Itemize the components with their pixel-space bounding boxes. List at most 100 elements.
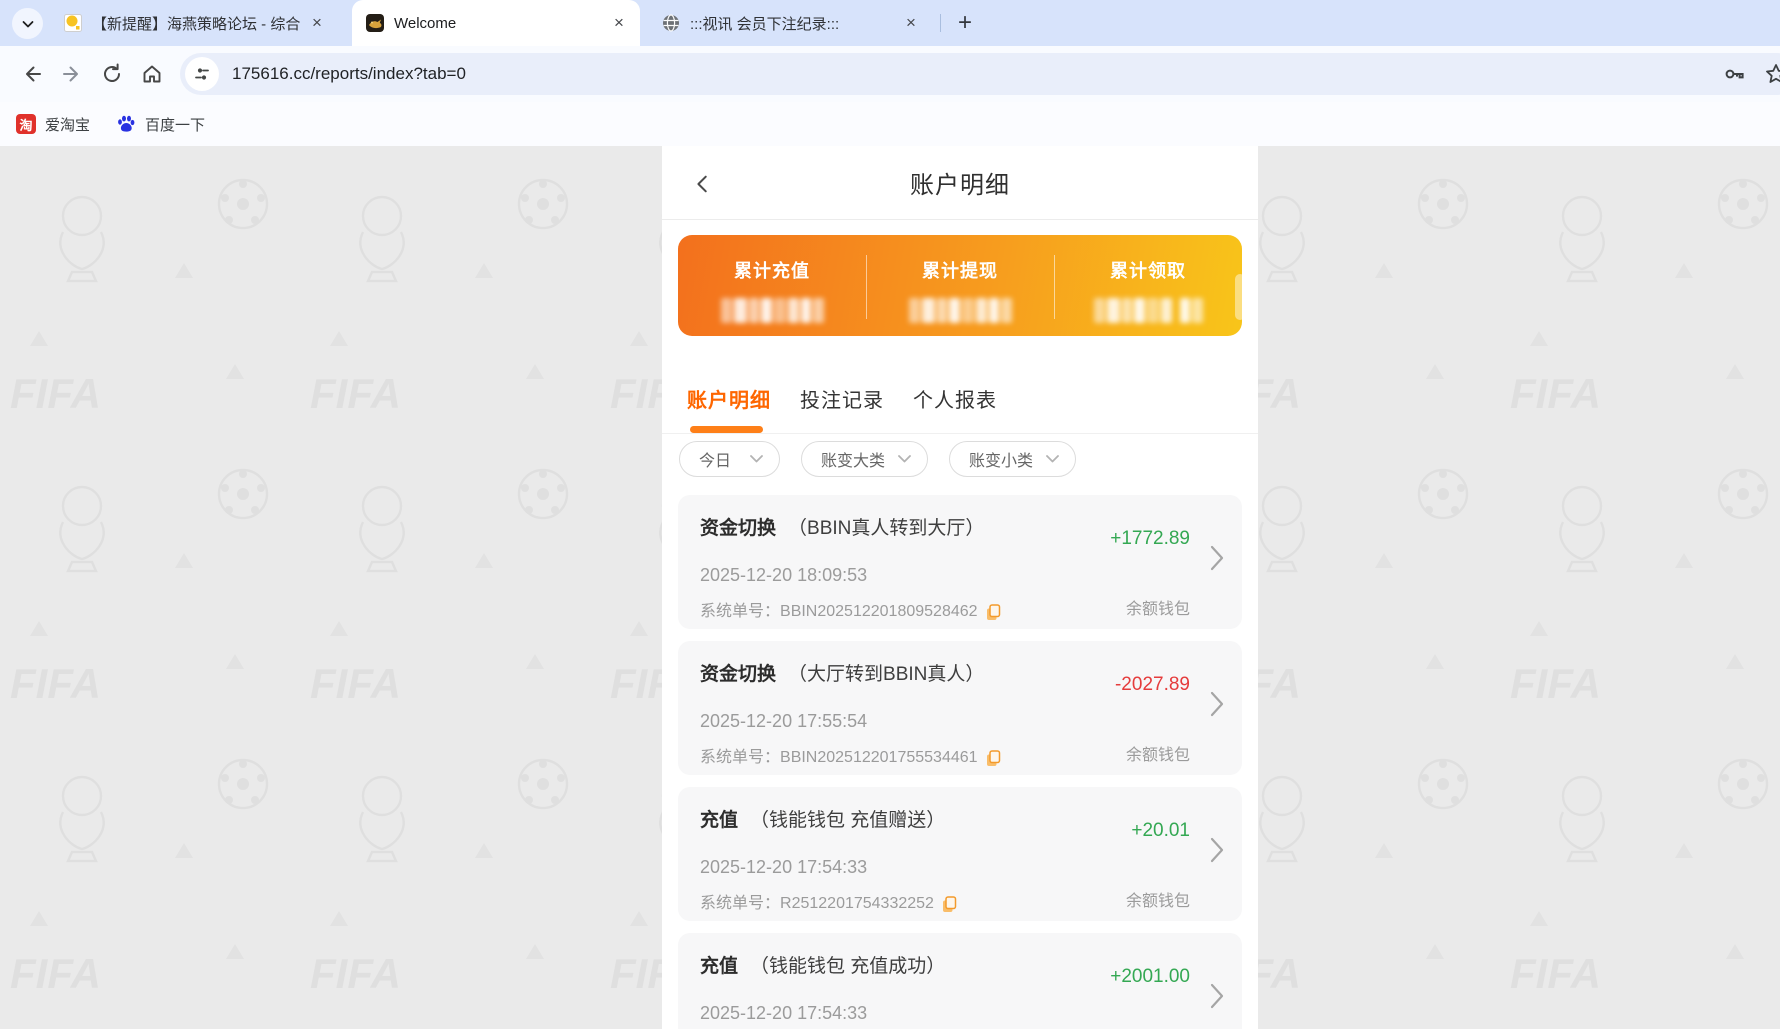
filter-minor-type-dropdown[interactable]: 账变小类 — [949, 441, 1076, 477]
bookmark-label: 百度一下 — [145, 114, 205, 135]
chevron-down-icon — [20, 16, 36, 32]
order-number: R2512201754332252 — [780, 893, 934, 915]
home-button[interactable] — [132, 54, 172, 94]
chevron-right-icon — [1210, 545, 1224, 571]
transaction-type: 充值 — [700, 956, 738, 977]
tab-personal-report[interactable]: 个人报表 — [913, 374, 997, 433]
transaction-row[interactable]: 充值（钱能钱包 充值成功） 2025-12-20 17:54:33 系统单号：R… — [678, 933, 1242, 1029]
forward-arrow-icon — [60, 62, 84, 86]
transaction-detail: （钱能钱包 充值赠送） — [750, 810, 945, 831]
filter-label: 账变大类 — [821, 447, 885, 471]
copy-icon[interactable] — [942, 896, 957, 913]
transaction-amount: -2027.89 — [1115, 674, 1190, 696]
account-detail-panel: 账户明细 累计充值 累计提现 累计领取 账户明细 投注记录 个人报表 — [662, 146, 1258, 1029]
transaction-row[interactable]: 资金切换 （BBIN真人转到大厅） 2025-12-20 18:09:53 系统单… — [678, 495, 1242, 629]
transaction-amount: +1772.89 — [1110, 528, 1190, 550]
order-number: BBIN202512201755534461 — [780, 747, 978, 769]
transaction-row[interactable]: 资金切换 （大厅转到BBIN真人） 2025-12-20 17:55:54 系统单… — [678, 641, 1242, 775]
bookmark-star-icon[interactable] — [1764, 62, 1780, 86]
chevron-right-icon — [1210, 691, 1224, 717]
stat-total-deposit: 累计充值 — [678, 235, 866, 336]
stat-total-withdraw: 累计提现 — [866, 235, 1054, 336]
filter-label: 今日 — [699, 447, 731, 471]
tab-bet-records[interactable]: 投注记录 — [800, 374, 884, 433]
stat-total-claimed: 累计领取 — [1054, 235, 1242, 336]
filter-row: 今日 账变大类 账变小类 — [662, 434, 1258, 484]
order-label: 系统单号： — [700, 747, 780, 769]
summary-stats-card: 累计充值 累计提现 累计领取 — [678, 235, 1242, 336]
address-bar[interactable]: 175616.cc/reports/index?tab=0 — [180, 53, 1780, 95]
order-number: BBIN202512201809528462 — [780, 601, 978, 623]
web-page: FIFA — [0, 146, 1780, 1029]
filter-major-type-dropdown[interactable]: 账变大类 — [801, 441, 928, 477]
transaction-time: 2025-12-20 17:54:33 — [700, 855, 1220, 879]
browser-tab-strip: 【新提醒】海燕策略论坛 - 综合 × Welcome × :::视讯 会员下注纪… — [0, 0, 1780, 46]
chevron-down-icon — [898, 455, 911, 463]
masked-value — [1094, 298, 1203, 323]
new-tab-button[interactable]: + — [950, 8, 980, 38]
wallet-label: 余额钱包 — [1126, 741, 1190, 765]
forum-favicon-icon — [64, 14, 82, 32]
transaction-detail: （BBIN真人转到大厅） — [788, 518, 984, 539]
page-title: 账户明细 — [910, 165, 1010, 200]
chevron-down-icon — [1046, 455, 1059, 463]
reload-icon — [100, 62, 124, 86]
password-key-icon[interactable] — [1722, 62, 1746, 86]
stat-label: 累计领取 — [1110, 257, 1186, 283]
taobao-icon: 淘 — [16, 114, 36, 134]
order-label: 系统单号： — [700, 893, 780, 915]
wallet-label: 余额钱包 — [1126, 595, 1190, 619]
tab-title: :::视讯 会员下注纪录::: — [690, 13, 900, 34]
bookmarks-bar: 淘 爱淘宝 百度一下 — [0, 102, 1780, 146]
url-text[interactable]: 175616.cc/reports/index?tab=0 — [232, 64, 466, 84]
browser-tab-welcome[interactable]: Welcome × — [352, 0, 640, 46]
order-label: 系统单号： — [700, 601, 780, 623]
transaction-detail: （钱能钱包 充值成功） — [750, 956, 945, 977]
chevron-down-icon — [750, 455, 763, 463]
transaction-row[interactable]: 充值 （钱能钱包 充值赠送） 2025-12-20 17:54:33 系统单号：R… — [678, 787, 1242, 921]
chevron-right-icon — [1210, 837, 1224, 863]
copy-icon[interactable] — [986, 604, 1001, 621]
tab-title: 【新提醒】海燕策略论坛 - 综合 — [92, 13, 306, 34]
report-tabs: 账户明细 投注记录 个人报表 — [662, 374, 1258, 434]
back-button[interactable] — [12, 54, 52, 94]
site-settings-icon — [193, 65, 211, 83]
transaction-time: 2025-12-20 18:09:53 — [700, 563, 1220, 587]
bookmark-taobao[interactable]: 淘 爱淘宝 — [16, 114, 90, 135]
carousel-next-card-peek — [1235, 274, 1245, 320]
baidu-paw-icon — [116, 114, 136, 134]
tab-account-detail[interactable]: 账户明细 — [687, 374, 771, 433]
home-icon — [140, 62, 164, 86]
site-info-button[interactable] — [185, 57, 219, 91]
masked-value — [909, 298, 1012, 323]
reload-button[interactable] — [92, 54, 132, 94]
transaction-time: 2025-12-20 17:54:33 — [700, 1001, 1220, 1025]
transaction-type: 资金切换 — [700, 664, 776, 685]
back-arrow-icon — [20, 62, 44, 86]
chevron-left-icon — [692, 173, 714, 195]
tab-close-icon[interactable]: × — [306, 12, 328, 34]
transaction-time: 2025-12-20 17:55:54 — [700, 709, 1220, 733]
tab-close-icon[interactable]: × — [608, 12, 630, 34]
panel-header: 账户明细 — [662, 146, 1258, 220]
masked-value — [721, 298, 824, 323]
bookmark-baidu[interactable]: 百度一下 — [116, 114, 205, 135]
transaction-type: 资金切换 — [700, 518, 776, 539]
forward-button[interactable] — [52, 54, 92, 94]
stat-label: 累计提现 — [922, 257, 998, 283]
transaction-detail: （大厅转到BBIN真人） — [788, 664, 984, 685]
chevron-right-icon — [1210, 983, 1224, 1009]
tab-separator — [940, 14, 941, 32]
tab-search-button[interactable] — [12, 8, 43, 39]
browser-tab-forum[interactable]: 【新提醒】海燕策略论坛 - 综合 × — [50, 0, 338, 46]
tab-close-icon[interactable]: × — [900, 12, 922, 34]
filter-label: 账变小类 — [969, 447, 1033, 471]
back-button-app[interactable] — [690, 171, 716, 197]
filter-date-dropdown[interactable]: 今日 — [679, 441, 780, 477]
transaction-type: 充值 — [700, 810, 738, 831]
wallet-label: 余额钱包 — [1126, 887, 1190, 911]
browser-tab-records[interactable]: :::视讯 会员下注纪录::: × — [648, 0, 932, 46]
copy-icon[interactable] — [986, 750, 1001, 767]
bookmark-label: 爱淘宝 — [45, 114, 90, 135]
transaction-amount: +20.01 — [1131, 820, 1190, 842]
